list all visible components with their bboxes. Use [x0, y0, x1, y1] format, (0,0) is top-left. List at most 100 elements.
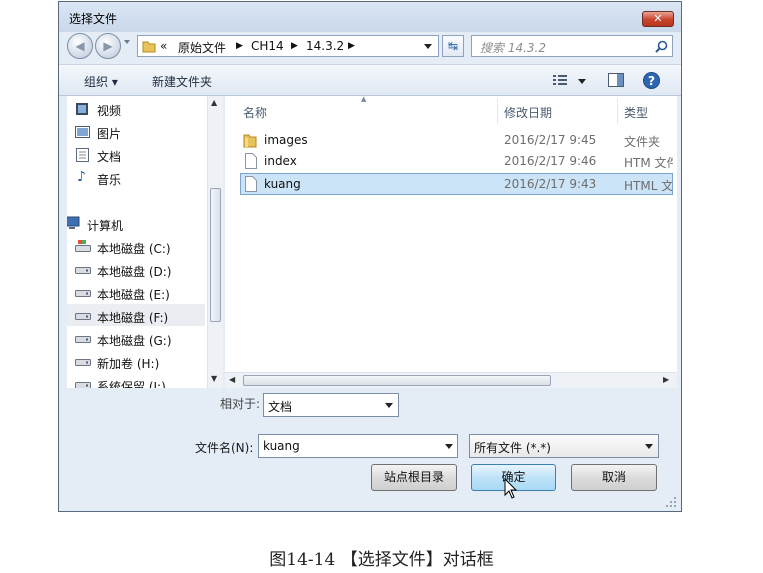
- drive-icon: [75, 382, 91, 388]
- sidebar-item-drive-d[interactable]: 本地磁盘 (D:): [97, 263, 171, 280]
- sidebar-item-drive-c[interactable]: 本地磁盘 (C:): [97, 240, 171, 257]
- chevron-down-icon[interactable]: [385, 403, 393, 408]
- refresh-icon: ↹: [447, 39, 459, 53]
- file-icon: [245, 153, 257, 169]
- file-name: images: [264, 133, 308, 147]
- cancel-button[interactable]: 取消: [571, 464, 657, 491]
- scroll-right-icon[interactable]: ▶: [663, 375, 669, 384]
- document-icon: [76, 148, 89, 162]
- preview-pane-icon[interactable]: [608, 73, 624, 87]
- forward-button[interactable]: ▶: [95, 33, 121, 59]
- sidebar-item-drive-h[interactable]: 新加卷 (H:): [97, 355, 159, 372]
- help-icon[interactable]: ?: [643, 72, 660, 89]
- command-toolbar: 组织 ▾ 新建文件夹 ?: [59, 64, 681, 96]
- music-icon: ♪: [77, 169, 86, 185]
- relative-to-select[interactable]: 文档: [263, 393, 399, 417]
- system-drive-icon: [75, 240, 91, 252]
- scroll-down-icon[interactable]: ▼: [211, 374, 217, 383]
- file-date: 2016/2/17 9:46: [504, 154, 597, 168]
- address-dropdown-icon[interactable]: [424, 44, 432, 49]
- breadcrumb-separator-icon[interactable]: ▶: [291, 41, 298, 51]
- search-placeholder: 搜索 14.3.2: [480, 41, 546, 55]
- relative-to-value: 文档: [268, 400, 293, 414]
- view-dropdown-icon[interactable]: [578, 79, 586, 84]
- breadcrumb-separator-icon[interactable]: ▶: [348, 41, 355, 51]
- relative-to-label: 相对于:: [220, 397, 261, 411]
- video-icon: [76, 103, 88, 115]
- organize-button[interactable]: 组织 ▾: [84, 73, 118, 90]
- new-folder-button[interactable]: 新建文件夹: [152, 73, 212, 90]
- select-file-dialog: 选择文件 ✕ ◀ ▶ « 原始文件 ▶ CH14 ▶ 14.3.2 ▶ ↹ 搜索…: [58, 1, 682, 512]
- sidebar-item-drive-i[interactable]: 系统保留 (I:): [97, 378, 166, 388]
- address-bar[interactable]: « 原始文件 ▶ CH14 ▶ 14.3.2 ▶: [137, 35, 439, 57]
- sidebar-item-music[interactable]: 音乐: [97, 171, 121, 188]
- file-type: HTM 文件: [624, 156, 673, 170]
- view-options-icon[interactable]: [553, 75, 567, 86]
- sidebar-item-drive-e[interactable]: 本地磁盘 (E:): [97, 286, 170, 303]
- column-header-date[interactable]: 修改日期: [504, 104, 552, 121]
- filetype-select[interactable]: 所有文件 (*.*): [469, 434, 659, 458]
- drive-icon: [75, 313, 91, 320]
- file-type: HTML 文件: [624, 179, 672, 193]
- search-icon[interactable]: [655, 40, 668, 53]
- file-horizontal-scrollbar[interactable]: ◀ ▶: [225, 372, 677, 388]
- drive-icon: [75, 290, 91, 297]
- column-header-type[interactable]: 类型: [624, 104, 648, 121]
- sidebar-item-drive-f[interactable]: 本地磁盘 (F:): [97, 309, 168, 326]
- search-box[interactable]: 搜索 14.3.2: [471, 35, 673, 57]
- svg-text:?: ?: [648, 74, 655, 88]
- breadcrumb-separator-icon[interactable]: ▶: [236, 41, 243, 51]
- chevron-down-icon[interactable]: [645, 444, 653, 449]
- title-bar[interactable]: 选择文件 ✕: [59, 2, 681, 32]
- refresh-button[interactable]: ↹: [442, 35, 464, 57]
- picture-icon: [75, 126, 90, 138]
- filename-label: 文件名(N):: [195, 441, 254, 455]
- sidebar-item-videos[interactable]: 视频: [97, 102, 121, 119]
- file-type: 文件夹: [624, 135, 661, 149]
- sidebar-item-drive-g[interactable]: 本地磁盘 (G:): [97, 332, 172, 349]
- scroll-left-icon[interactable]: ◀: [229, 375, 235, 384]
- file-row-selected[interactable]: kuang 2016/2/17 9:43 HTML 文件: [240, 173, 673, 195]
- breadcrumb-item[interactable]: 14.3.2: [306, 39, 344, 53]
- breadcrumb-item[interactable]: CH14: [251, 39, 284, 53]
- site-root-button[interactable]: 站点根目录: [371, 464, 457, 491]
- file-icon: [245, 176, 257, 192]
- back-button[interactable]: ◀: [67, 33, 93, 59]
- forward-arrow-icon: ▶: [103, 39, 113, 53]
- file-row[interactable]: images 2016/2/17 9:45 文件夹: [240, 131, 673, 151]
- nav-vertical-scrollbar[interactable]: ▲ ▼: [207, 96, 223, 388]
- column-header-name[interactable]: 名称: [243, 104, 267, 121]
- chevron-down-icon[interactable]: [445, 444, 453, 449]
- navigation-pane: 视频 图片 文档 ♪ 音乐 计算机 本地磁盘 (C:) 本地磁盘 (D:) 本地…: [67, 96, 215, 388]
- filename-value: kuang: [263, 439, 300, 453]
- drive-icon: [75, 267, 91, 274]
- sidebar-item-documents[interactable]: 文档: [97, 148, 121, 165]
- breadcrumb-item[interactable]: 原始文件: [178, 39, 226, 56]
- computer-icon: [67, 216, 80, 229]
- resize-grip-icon[interactable]: [665, 496, 677, 508]
- figure-caption: 图14-14 【选择文件】对话框: [269, 550, 494, 570]
- address-prefix[interactable]: «: [160, 39, 167, 53]
- back-arrow-icon: ◀: [75, 39, 85, 53]
- sidebar-item-pictures[interactable]: 图片: [97, 125, 121, 142]
- filetype-value: 所有文件 (*.*): [474, 441, 551, 455]
- filename-input[interactable]: kuang: [258, 434, 458, 458]
- file-scroll-thumb[interactable]: [243, 375, 551, 386]
- sidebar-item-computer[interactable]: 计算机: [87, 217, 123, 234]
- dialog-title: 选择文件: [69, 12, 118, 26]
- folder-icon: [243, 134, 257, 148]
- folder-icon: [142, 41, 156, 53]
- file-row[interactable]: index 2016/2/17 9:46 HTM 文件: [240, 152, 673, 172]
- drive-icon: [75, 336, 91, 343]
- close-icon: ✕: [653, 12, 663, 25]
- column-separator[interactable]: [497, 98, 498, 124]
- drive-icon: [75, 359, 91, 366]
- nav-scroll-thumb[interactable]: [210, 188, 221, 322]
- file-date: 2016/2/17 9:45: [504, 133, 597, 147]
- scroll-up-icon[interactable]: ▲: [211, 98, 217, 107]
- file-date: 2016/2/17 9:43: [504, 177, 597, 191]
- recent-pages-chevron-icon[interactable]: [124, 40, 130, 44]
- close-button[interactable]: ✕: [642, 11, 674, 27]
- column-separator[interactable]: [617, 98, 618, 124]
- sort-indicator-icon: ▲: [361, 95, 367, 103]
